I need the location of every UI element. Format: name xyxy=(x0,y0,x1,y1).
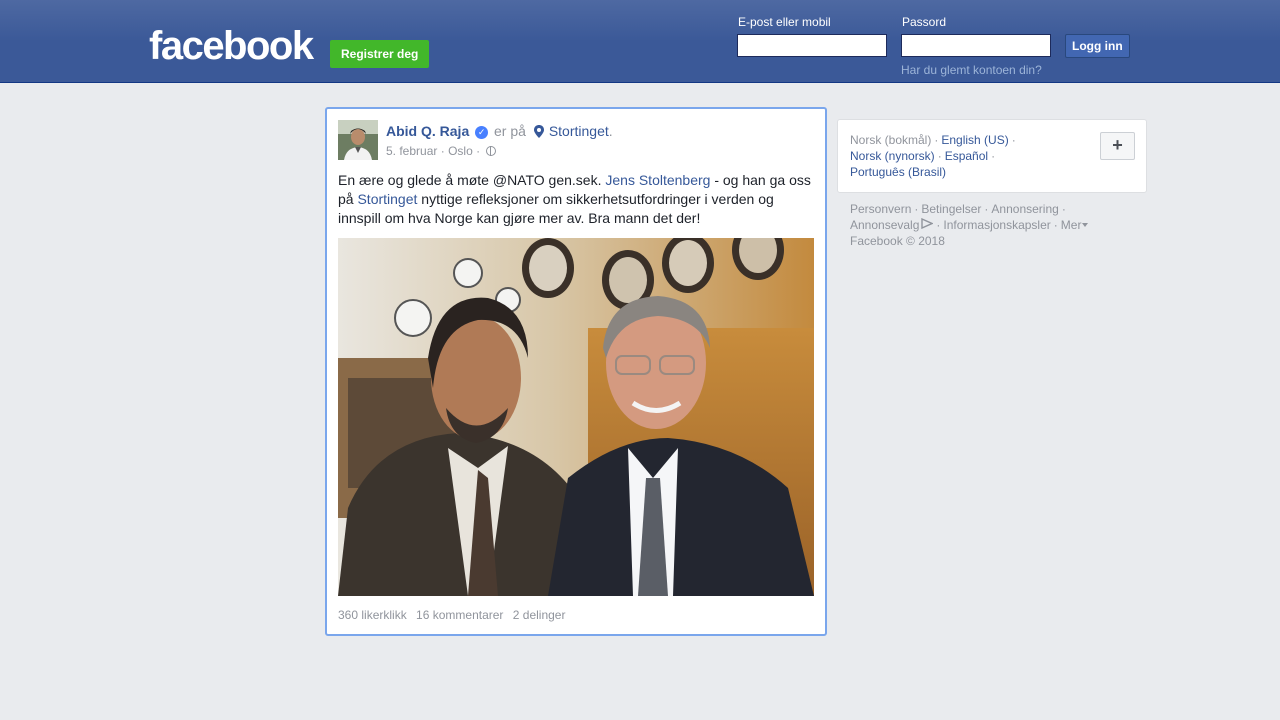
forgot-account-link[interactable]: Har du glemt kontoen din? xyxy=(901,63,1042,77)
footer-link-adchoices[interactable]: Annonsevalg xyxy=(850,218,919,232)
language-option[interactable]: Português (Brasil) xyxy=(850,165,946,179)
separator: · xyxy=(937,149,942,163)
language-option[interactable]: Norsk (nynorsk) xyxy=(850,149,935,163)
place-link[interactable]: Stortinget xyxy=(549,123,609,139)
post-photo[interactable] xyxy=(338,238,814,596)
email-field[interactable] xyxy=(737,34,887,57)
separator: · xyxy=(984,202,989,216)
password-field[interactable] xyxy=(901,34,1051,57)
facebook-logo[interactable]: facebook xyxy=(149,24,314,68)
password-label: Passord xyxy=(902,15,947,29)
globe-icon xyxy=(486,146,497,156)
footer-link-terms[interactable]: Betingelser xyxy=(921,202,981,216)
is-at-text: er på xyxy=(494,123,526,139)
add-language-button[interactable]: + xyxy=(1100,132,1135,160)
footer-link-privacy[interactable]: Personvern xyxy=(850,202,911,216)
current-language: Norsk (bokmål) xyxy=(850,133,932,147)
separator: · xyxy=(914,202,919,216)
email-label: E-post eller mobil xyxy=(738,15,831,29)
author-name[interactable]: Abid Q. Raja xyxy=(386,123,469,139)
language-list: Norsk (bokmål) · English (US) · Norsk (nyno… xyxy=(850,132,1090,180)
register-button[interactable]: Registrer deg xyxy=(330,40,430,68)
mention-link[interactable]: Jens Stoltenberg xyxy=(605,172,710,188)
login-button[interactable]: Logg inn xyxy=(1065,34,1130,58)
meta-separator: · xyxy=(476,144,484,158)
language-selector: Norsk (bokmål) · English (US) · Norsk (nyno… xyxy=(837,119,1147,193)
post-location[interactable]: Oslo xyxy=(448,144,473,158)
footer-link-cookies[interactable]: Informasjonskapsler xyxy=(943,218,1050,232)
shares-count[interactable]: 2 delinger xyxy=(513,608,566,622)
likes-count[interactable]: 360 likerklikk xyxy=(338,608,407,622)
separator: · xyxy=(1053,218,1058,232)
separator: · xyxy=(1011,133,1016,147)
place-suffix: . xyxy=(608,123,613,139)
language-option[interactable]: Español xyxy=(945,149,988,163)
post-text: En ære og glede å møte @NATO gen.sek. Je… xyxy=(338,171,816,228)
author-avatar[interactable] xyxy=(338,120,378,160)
footer-link-more[interactable]: Mer xyxy=(1061,218,1082,232)
separator: · xyxy=(991,149,996,163)
post-stats: 360 likerklikk 16 kommentarer 2 delinger xyxy=(338,608,571,622)
post-text-part: En ære og glede å møte @NATO gen.sek. xyxy=(338,172,606,188)
separator: · xyxy=(936,218,941,232)
verified-badge-icon: ✓ xyxy=(475,126,489,139)
separator: · xyxy=(1061,202,1066,216)
top-bar: facebook Registrer deg E-post eller mobi… xyxy=(0,0,1280,83)
post-card: Abid Q. Raja ✓ er på Stortinget. 5. febr… xyxy=(325,107,827,636)
chevron-down-icon xyxy=(1082,223,1089,227)
comments-count[interactable]: 16 kommentarer xyxy=(416,608,503,622)
mention-link[interactable]: Stortinget xyxy=(357,191,417,207)
location-pin-icon xyxy=(533,125,544,141)
adchoices-icon xyxy=(919,217,935,232)
post-date[interactable]: 5. februar xyxy=(386,144,437,158)
post-meta: 5. februar · Oslo · xyxy=(386,144,497,158)
meta-separator: · xyxy=(440,144,449,158)
separator: · xyxy=(934,133,939,147)
footer-links: Personvern · Betingelser · Annonsering · Anno… xyxy=(850,201,1140,249)
author-line: Abid Q. Raja ✓ er på Stortinget. xyxy=(386,123,613,141)
footer-link-advertising[interactable]: Annonsering xyxy=(991,202,1058,216)
copyright: Facebook © 2018 xyxy=(850,234,945,248)
language-option[interactable]: English (US) xyxy=(941,133,1008,147)
